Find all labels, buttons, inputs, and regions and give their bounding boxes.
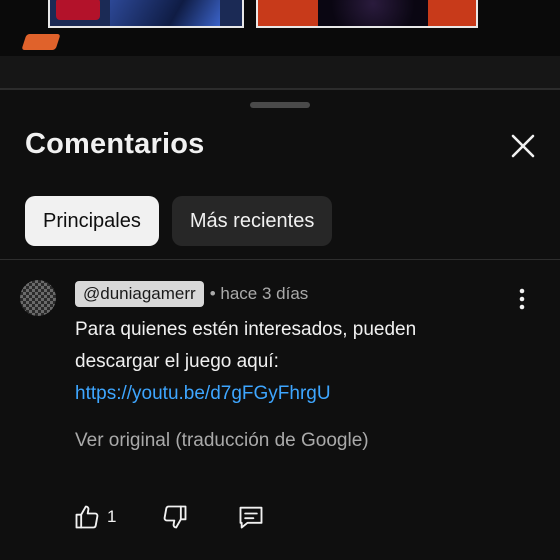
character-figure-blue [110,0,220,26]
comment-meta: @duniagamerr • hace 3 días [75,280,505,308]
reply-button[interactable] [237,500,265,534]
character-figure-red [56,0,100,20]
sort-chips: Principales Más recientes [25,196,333,246]
reply-comment-icon [239,506,263,529]
thumbs-up-icon [75,505,99,529]
video-player-thumbnail[interactable] [0,0,560,90]
comment-body: Para quienes estén interesados, pueden d… [75,314,505,410]
chips-divider [0,259,560,260]
comment-timestamp: hace 3 días [220,284,309,303]
character-figure-dark [318,0,428,26]
comment-actions: 1 [73,500,293,534]
close-button[interactable] [508,131,538,161]
video-frame-left [48,0,244,28]
comment-author[interactable]: @duniagamerr [75,281,204,307]
comment-text: Para quienes estén interesados, pueden d… [75,319,417,372]
like-count: 1 [107,507,117,526]
like-button[interactable]: 1 [73,500,116,534]
video-frame-right [256,0,478,28]
chip-principales[interactable]: Principales [25,196,159,246]
comment-item: @duniagamerr • hace 3 días Para quienes … [75,280,505,452]
thumbs-down-icon [163,505,187,529]
comment-menu-button[interactable] [516,287,528,311]
meta-separator: • [209,284,216,303]
drag-handle[interactable] [250,102,310,108]
sheet-title: Comentarios [25,128,205,160]
comments-sheet: Comentarios Principales Más recientes @d… [0,90,560,560]
video-bottom-band [0,56,560,90]
close-icon [511,134,535,158]
orange-sticker [21,34,61,50]
see-original-link[interactable]: Ver original (traducción de Google) [75,430,505,452]
chip-mas-recientes[interactable]: Más recientes [171,196,333,246]
comment-time: • hace 3 días [210,284,309,304]
dislike-button[interactable] [161,500,189,534]
comment-link[interactable]: https://youtu.be/d7gFGyFhrgU [75,378,505,410]
avatar[interactable] [20,280,56,316]
more-vert-icon [519,288,525,310]
